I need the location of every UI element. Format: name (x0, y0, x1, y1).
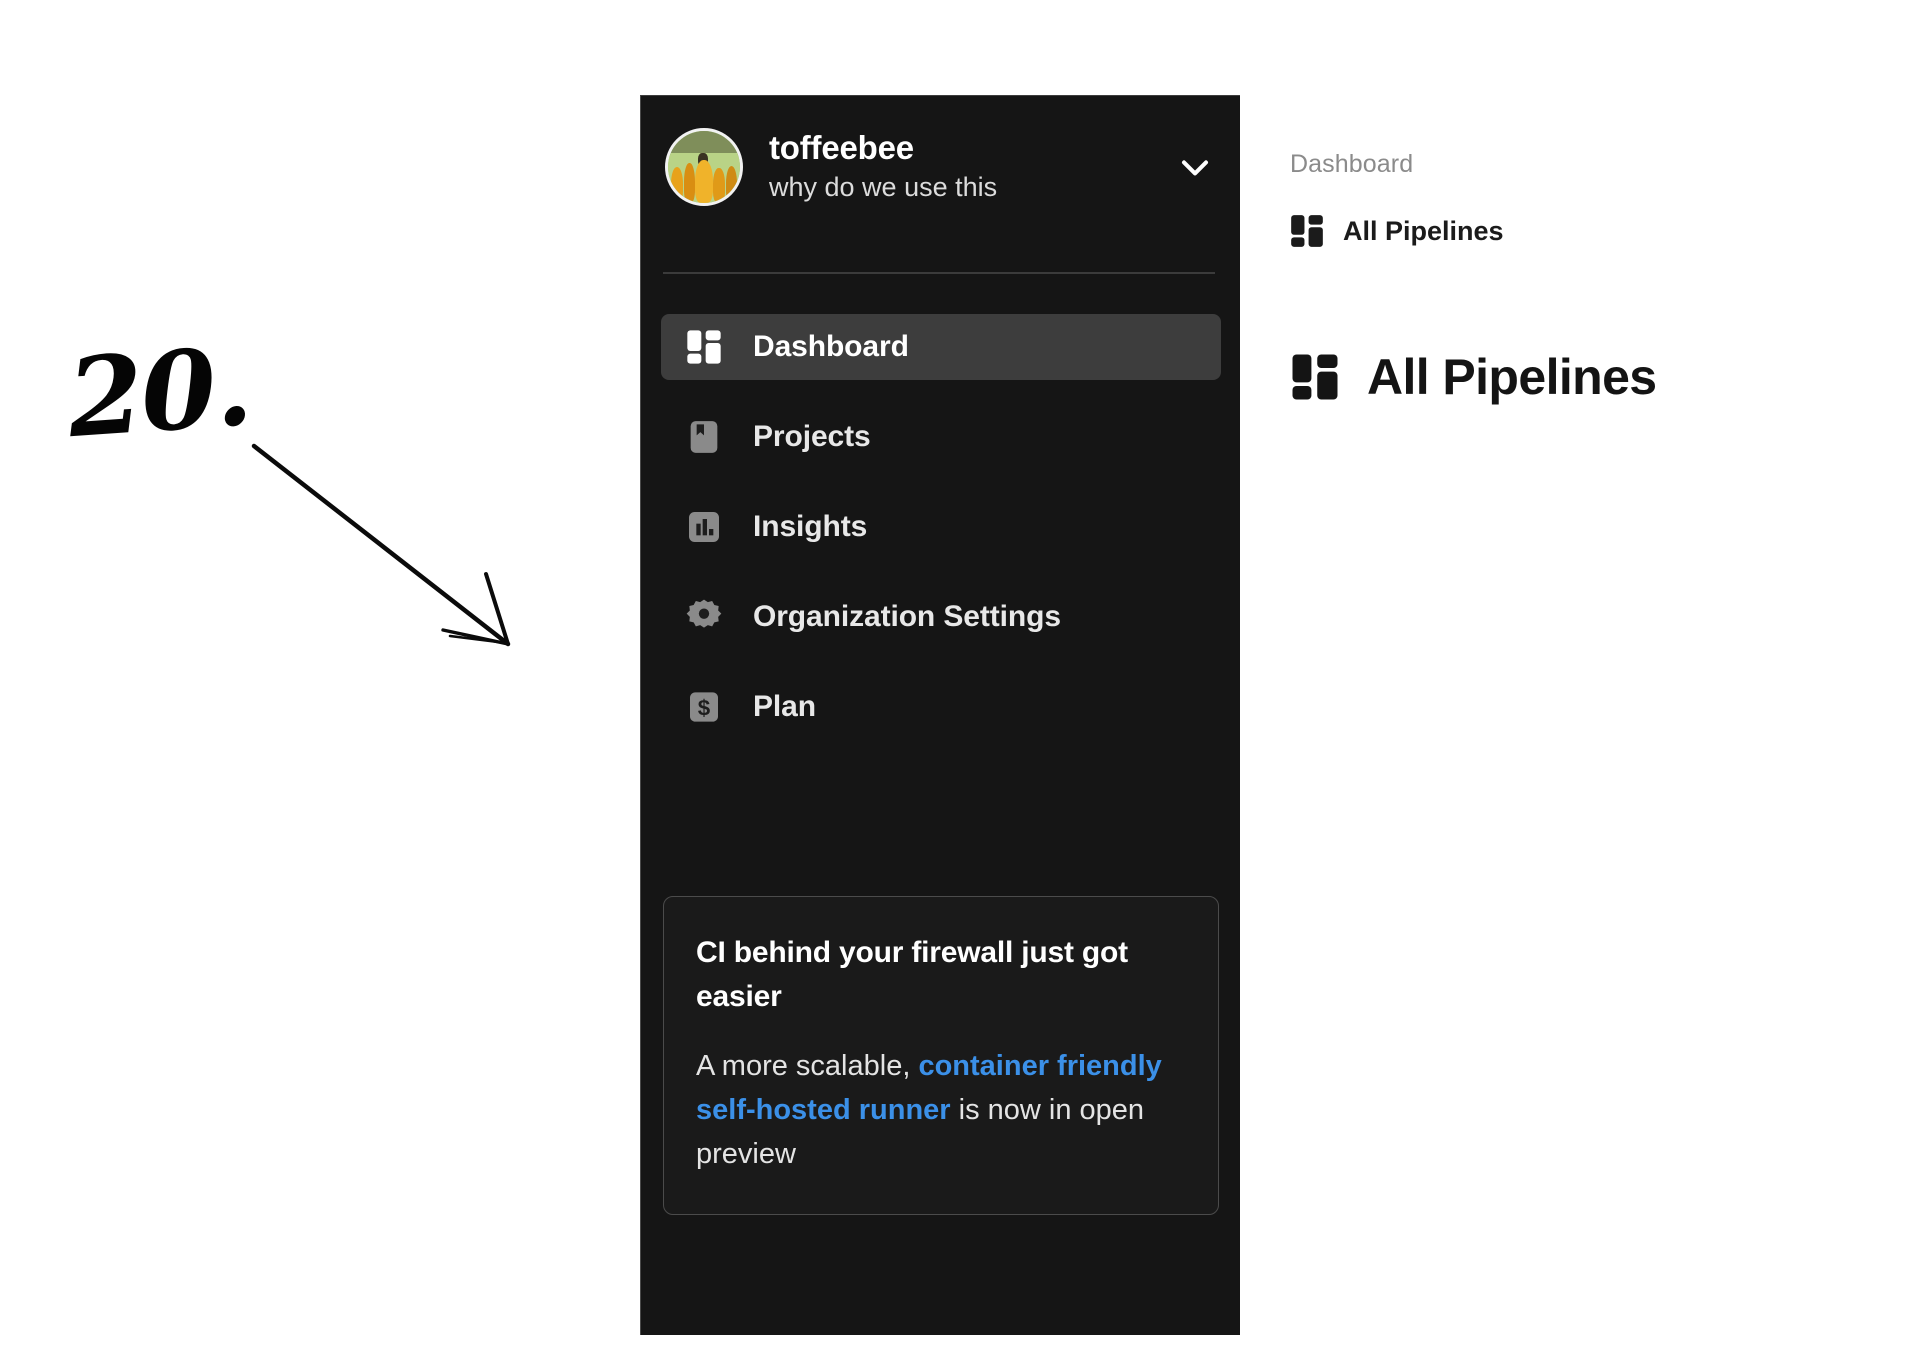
sidebar-nav: Dashboard Projects Insights Organization… (661, 314, 1221, 764)
chevron-down-icon[interactable] (1173, 145, 1217, 189)
subnav-label: All Pipelines (1343, 215, 1504, 246)
annotation-step-number: 20. (63, 323, 255, 463)
sidebar-item-projects[interactable]: Projects (661, 404, 1221, 470)
gear-icon (683, 596, 725, 638)
promo-title: CI behind your firewall just got easier (696, 936, 1128, 1014)
bar-chart-icon (683, 506, 725, 548)
sidebar-item-label: Insights (753, 510, 868, 543)
org-name: toffeebee (769, 129, 914, 167)
dollar-sign-icon: $ (683, 686, 725, 728)
svg-text:$: $ (698, 696, 711, 721)
sidebar-item-label: Projects (753, 420, 871, 453)
org-subtitle: why do we use this (769, 172, 998, 203)
sidebar-item-insights[interactable]: Insights (661, 494, 1221, 560)
annotation-arrow (251, 443, 511, 647)
sidebar: toffeebee why do we use this Dashboard P… (640, 95, 1240, 1335)
sidebar-divider (663, 272, 1215, 274)
bookmark-icon (683, 416, 725, 458)
promo-card[interactable]: CI behind your firewall just got easier … (663, 896, 1219, 1216)
main-content-panel (1244, 75, 1920, 1354)
dashboard-grid-icon (1292, 354, 1338, 400)
sidebar-item-label: Organization Settings (753, 600, 1061, 633)
page-title: All Pipelines (1288, 348, 1657, 406)
promo-text-before: A more scalable, (696, 1049, 919, 1082)
sidebar-item-label: Plan (753, 690, 816, 723)
promo-body: A more scalable, container friendly self… (696, 1044, 1186, 1176)
sidebar-item-dashboard[interactable]: Dashboard (661, 314, 1221, 380)
dashboard-grid-icon (1291, 215, 1323, 247)
dashboard-grid-icon (683, 326, 725, 368)
breadcrumb[interactable]: Dashboard (1290, 150, 1413, 179)
subnav-item-all-pipelines[interactable]: All Pipelines (1288, 212, 1504, 250)
sidebar-item-organization-settings[interactable]: Organization Settings (661, 584, 1221, 650)
page-title-label: All Pipelines (1367, 349, 1657, 405)
org-switcher[interactable]: toffeebee why do we use this (665, 128, 1217, 206)
screenshot-root: 20. Dashboard All Pipelines All Pipeline… (0, 0, 1920, 1354)
sidebar-item-label: Dashboard (753, 330, 909, 363)
sidebar-item-plan[interactable]: $ Plan (661, 674, 1221, 740)
avatar (665, 128, 743, 206)
